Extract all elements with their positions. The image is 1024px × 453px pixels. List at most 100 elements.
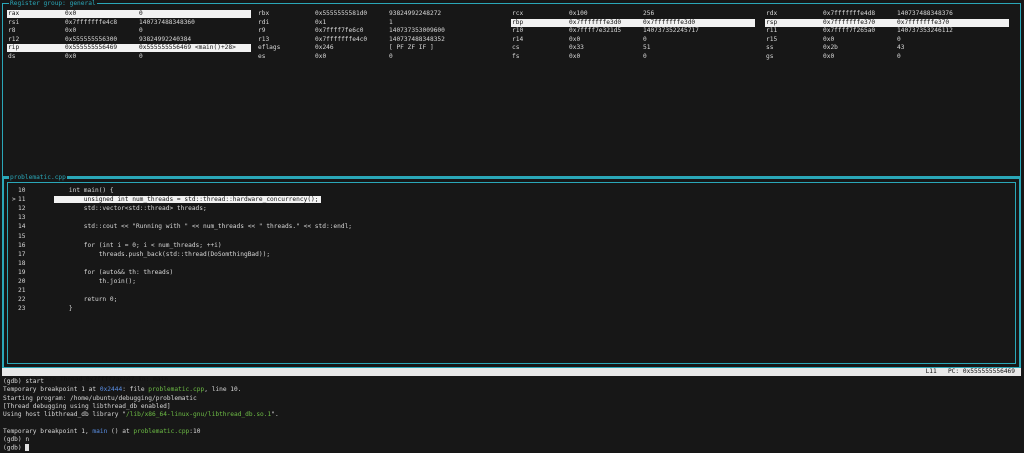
source-line: 22 return 0; bbox=[12, 295, 117, 304]
status-location: L11 PC: 0x555555556469 bbox=[926, 368, 1015, 376]
register-hex: 0x0 bbox=[823, 53, 835, 60]
console-text: problematic.cpp bbox=[148, 386, 205, 394]
console-text: Starting program: /home/ubuntu/debugging… bbox=[3, 394, 197, 402]
register-hex: 0x0 bbox=[569, 35, 581, 43]
line-number: 16 bbox=[18, 241, 26, 249]
register-name: rip bbox=[8, 44, 20, 52]
register-value: 0x7fffffffe3d0 bbox=[643, 18, 696, 26]
line-number: 17 bbox=[18, 250, 26, 258]
register-hex: 0x0 bbox=[65, 53, 77, 60]
source-line: 17 threads.push_back(std::thread(DoSomth… bbox=[12, 250, 270, 259]
status-pc: PC: 0x555555556469 bbox=[947, 368, 1015, 375]
register-value: 51 bbox=[643, 44, 651, 52]
line-code: threads.push_back(std::thread(DoSomthing… bbox=[54, 250, 271, 258]
source-line: 16 for (int i = 0; i < num_threads; ++i) bbox=[12, 241, 222, 250]
console-line: Temporary breakpoint 1, main () at probl… bbox=[3, 428, 1018, 436]
register-value: 0 bbox=[897, 35, 901, 43]
register-rsi: rsi 0x7fffffffe4c8 140737488348360 bbox=[7, 19, 251, 27]
console-text: () at bbox=[107, 427, 134, 435]
register-name: rdi bbox=[258, 18, 270, 26]
register-value: 0 bbox=[389, 53, 393, 60]
register-rdx: rdx 0x7fffffffe4d8 140737488348376 bbox=[765, 10, 1009, 18]
register-cs: cs 0x33 51 bbox=[511, 44, 755, 52]
register-name: ds bbox=[8, 53, 16, 60]
register-fs: fs 0x0 0 bbox=[511, 53, 755, 61]
register-value: 93824992240384 bbox=[139, 35, 192, 43]
source-line: 14 std::cout << "Running with " << num_t… bbox=[12, 222, 352, 231]
console-text: [Thread debugging using libthread_db ena… bbox=[3, 402, 171, 410]
register-rbp: rbp 0x7fffffffe3d0 0x7fffffffe3d0 bbox=[511, 18, 755, 27]
line-code: for (int i = 0; i < num_threads; ++i) bbox=[54, 241, 222, 249]
register-value: 140737488348352 bbox=[389, 35, 445, 43]
register-hex: 0x0 bbox=[65, 10, 77, 17]
status-bar: multi-thre Thread 0x7ffff7a6b07 In: main… bbox=[2, 368, 1021, 383]
prompt-cursor[interactable] bbox=[25, 444, 30, 452]
register-r15: r15 0x0 0 bbox=[765, 36, 1009, 44]
register-rbx: rbx 0x5555555581d0 93824992248272 bbox=[257, 10, 501, 18]
register-name: r10 bbox=[512, 27, 524, 35]
register-value: 140737488348360 bbox=[139, 18, 195, 26]
register-hex: 0x100 bbox=[569, 10, 588, 17]
console-text: :10 bbox=[189, 427, 201, 435]
register-value: 0 bbox=[139, 53, 143, 60]
register-name: fs bbox=[512, 53, 520, 60]
console-text: (gdb) n bbox=[3, 436, 30, 444]
register-hex: 0x1 bbox=[315, 18, 327, 26]
line-number: 21 bbox=[18, 287, 26, 295]
line-code: unsigned int num_threads = std::thread::… bbox=[54, 196, 321, 204]
line-number: 14 bbox=[18, 223, 26, 231]
register-hex: 0x0 bbox=[823, 35, 835, 43]
register-name: r14 bbox=[512, 35, 524, 43]
register-value: 140737353246112 bbox=[897, 27, 953, 35]
console-text: /lib/x86_64-linux-gnu/libthread_db.so.1 bbox=[125, 411, 272, 419]
line-code: std::vector<std::thread> threads; bbox=[54, 205, 207, 213]
terminal-window[interactable]: Register group: general rax 0x0 0 rbx 0x5555… bbox=[0, 0, 1024, 452]
source-line: 19 for (auto&& th: threads) bbox=[12, 268, 173, 277]
register-hex: 0x2b bbox=[823, 44, 838, 52]
register-r10: r10 0x7ffff7e321d5 140737352245717 bbox=[511, 27, 755, 35]
register-name: r9 bbox=[258, 27, 266, 35]
register-hex: 0x7fffffffe4c8 bbox=[65, 18, 118, 26]
register-gs: gs 0x0 0 bbox=[765, 53, 1009, 61]
register-value: 0x555555556469 <main()+28> bbox=[139, 44, 236, 52]
register-name: r13 bbox=[258, 35, 270, 43]
register-value: 140737488348376 bbox=[897, 10, 953, 17]
register-ss: ss 0x2b 43 bbox=[765, 44, 1009, 52]
line-number: 10 bbox=[18, 187, 26, 194]
register-hex: 0x5555555581d0 bbox=[315, 10, 368, 17]
line-code: std::cout << "Running with " << num_thre… bbox=[54, 223, 353, 231]
register-rip: rip 0x555555556469 0x555555556469 <main()+… bbox=[7, 44, 251, 53]
register-value: 1 bbox=[389, 18, 393, 26]
line-number: 18 bbox=[18, 259, 26, 267]
register-hex: 0x0 bbox=[569, 53, 581, 60]
source-line: 18 bbox=[12, 259, 54, 268]
register-name: ss bbox=[766, 44, 774, 52]
console-line: (gdb) bbox=[3, 444, 1018, 452]
source-line: 15 bbox=[12, 232, 54, 241]
source-view[interactable]: 10 int main() {>11 unsigned int num_thre… bbox=[7, 182, 1016, 364]
register-hex: 0x33 bbox=[569, 44, 584, 52]
register-hex: 0x7ffff7e321d5 bbox=[569, 27, 622, 35]
line-number: 23 bbox=[18, 305, 26, 313]
register-r8: r8 0x0 0 bbox=[7, 27, 251, 35]
gdb-console[interactable]: (gdb) start Temporary breakpoint 1 at 0x2… bbox=[3, 378, 1018, 453]
register-hex: 0x555555556469 bbox=[65, 44, 118, 52]
register-name: r12 bbox=[8, 35, 20, 43]
register-r11: r11 0x7ffff7f265a0 140737353246112 bbox=[765, 27, 1009, 35]
register-value: 0 bbox=[897, 53, 901, 60]
register-name: rcx bbox=[512, 10, 524, 17]
register-r9: r9 0x7ffff7fe6c0 140737353009600 bbox=[257, 27, 501, 35]
register-hex: 0x7fffffffe3d0 bbox=[569, 18, 622, 26]
register-value: [ PF ZF IF ] bbox=[389, 44, 434, 52]
register-value: 256 bbox=[643, 10, 655, 17]
register-name: r8 bbox=[8, 27, 16, 35]
register-rdi: rdi 0x1 1 bbox=[257, 19, 501, 27]
register-r14: r14 0x0 0 bbox=[511, 36, 755, 44]
console-text: main bbox=[92, 427, 108, 435]
register-hex: 0x0 bbox=[315, 53, 327, 60]
console-text: problematic.cpp bbox=[133, 427, 190, 435]
line-number: 11 bbox=[18, 196, 26, 204]
register-hex: 0x7fffffffe4d8 bbox=[823, 10, 876, 17]
line-number: 19 bbox=[18, 268, 26, 276]
